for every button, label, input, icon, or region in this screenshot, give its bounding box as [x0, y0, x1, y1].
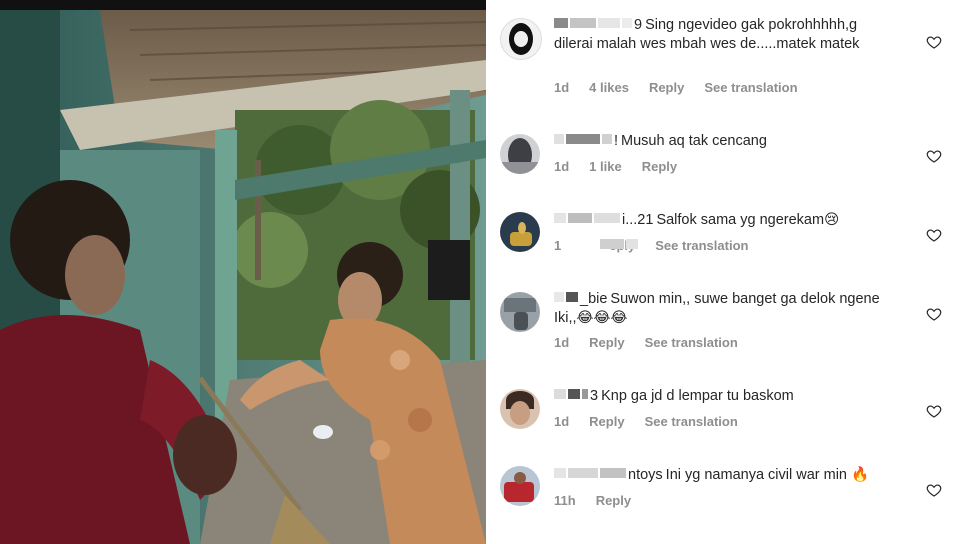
comment-text: Salfok sama yg ngerekam😢: [656, 212, 840, 228]
reply-button[interactable]: Reply: [649, 80, 684, 95]
comment-text: Ini yg namanya civil war min 🔥: [665, 467, 870, 483]
reply-button[interactable]: Reply: [589, 414, 624, 429]
see-translation-button[interactable]: See translation: [645, 414, 738, 429]
comment-time: 1: [554, 238, 562, 253]
avatar[interactable]: [500, 389, 540, 429]
comment-time: 11h: [554, 493, 576, 508]
comment-meta: 11h Reply: [554, 493, 651, 508]
reply-button[interactable]: Reply: [596, 493, 631, 508]
heart-outline-icon[interactable]: [926, 148, 942, 164]
heart-outline-icon[interactable]: [926, 227, 942, 243]
avatar[interactable]: [500, 466, 540, 506]
avatar[interactable]: [500, 134, 540, 174]
comment-time: 1d: [554, 80, 570, 95]
username-blur: [600, 237, 640, 251]
comment-body: ntoys Ini yg namanya civil war min 🔥: [554, 466, 894, 485]
avatar[interactable]: [500, 212, 540, 252]
comments-panel: 9 Sing ngevideo gak pokrohhhhh,g dilerai …: [486, 0, 970, 544]
username[interactable]: ntoys: [554, 466, 663, 485]
comment-meta: 1d 4 likes Reply See translation: [554, 80, 818, 95]
comment-body: 3 Knp ga jd d lempar tu baskom: [554, 387, 894, 406]
comment-time: 1d: [554, 335, 570, 350]
reply-button[interactable]: Reply: [642, 159, 677, 174]
reply-button[interactable]: Reply: [589, 335, 624, 350]
comment-text: Musuh aq tak cencang: [621, 133, 767, 149]
comment-time: 1d: [554, 414, 570, 429]
like-count[interactable]: 1 like: [589, 159, 622, 174]
like-count[interactable]: 4 likes: [589, 80, 629, 95]
comment-time: 1d: [554, 159, 570, 174]
see-translation-button[interactable]: See translation: [645, 335, 738, 350]
comment-meta: 1d Reply See translation: [554, 414, 758, 429]
video-scene: [0, 10, 486, 544]
video-frame[interactable]: [0, 0, 486, 544]
comment-body: 9 Sing ngevideo gak pokrohhhhh,g dilerai …: [554, 16, 894, 53]
comment-meta: 1d 1 like Reply: [554, 159, 697, 174]
comment-body: ! Musuh aq tak cencang: [554, 132, 894, 151]
comment-body: i...21 Salfok sama yg ngerekam😢: [554, 211, 894, 230]
heart-outline-icon[interactable]: [926, 403, 942, 419]
username[interactable]: !: [554, 132, 618, 151]
username[interactable]: _bie: [554, 290, 607, 309]
username[interactable]: 9: [554, 16, 642, 35]
see-translation-button[interactable]: See translation: [704, 80, 797, 95]
comment-meta: 1eplySee translation: [554, 238, 768, 253]
comment-meta: 1d Reply See translation: [554, 335, 758, 350]
avatar[interactable]: [500, 18, 542, 60]
heart-outline-icon[interactable]: [926, 34, 942, 50]
see-translation-button[interactable]: See translation: [655, 238, 748, 253]
heart-outline-icon[interactable]: [926, 482, 942, 498]
comment-text: Knp ga jd d lempar tu baskom: [601, 388, 794, 404]
comment-body: _bie Suwon min,, suwe banget ga delok nge…: [554, 290, 894, 327]
username[interactable]: 3: [554, 387, 598, 406]
heart-outline-icon[interactable]: [926, 306, 942, 322]
username[interactable]: i...21: [554, 211, 653, 230]
avatar[interactable]: [500, 292, 540, 332]
